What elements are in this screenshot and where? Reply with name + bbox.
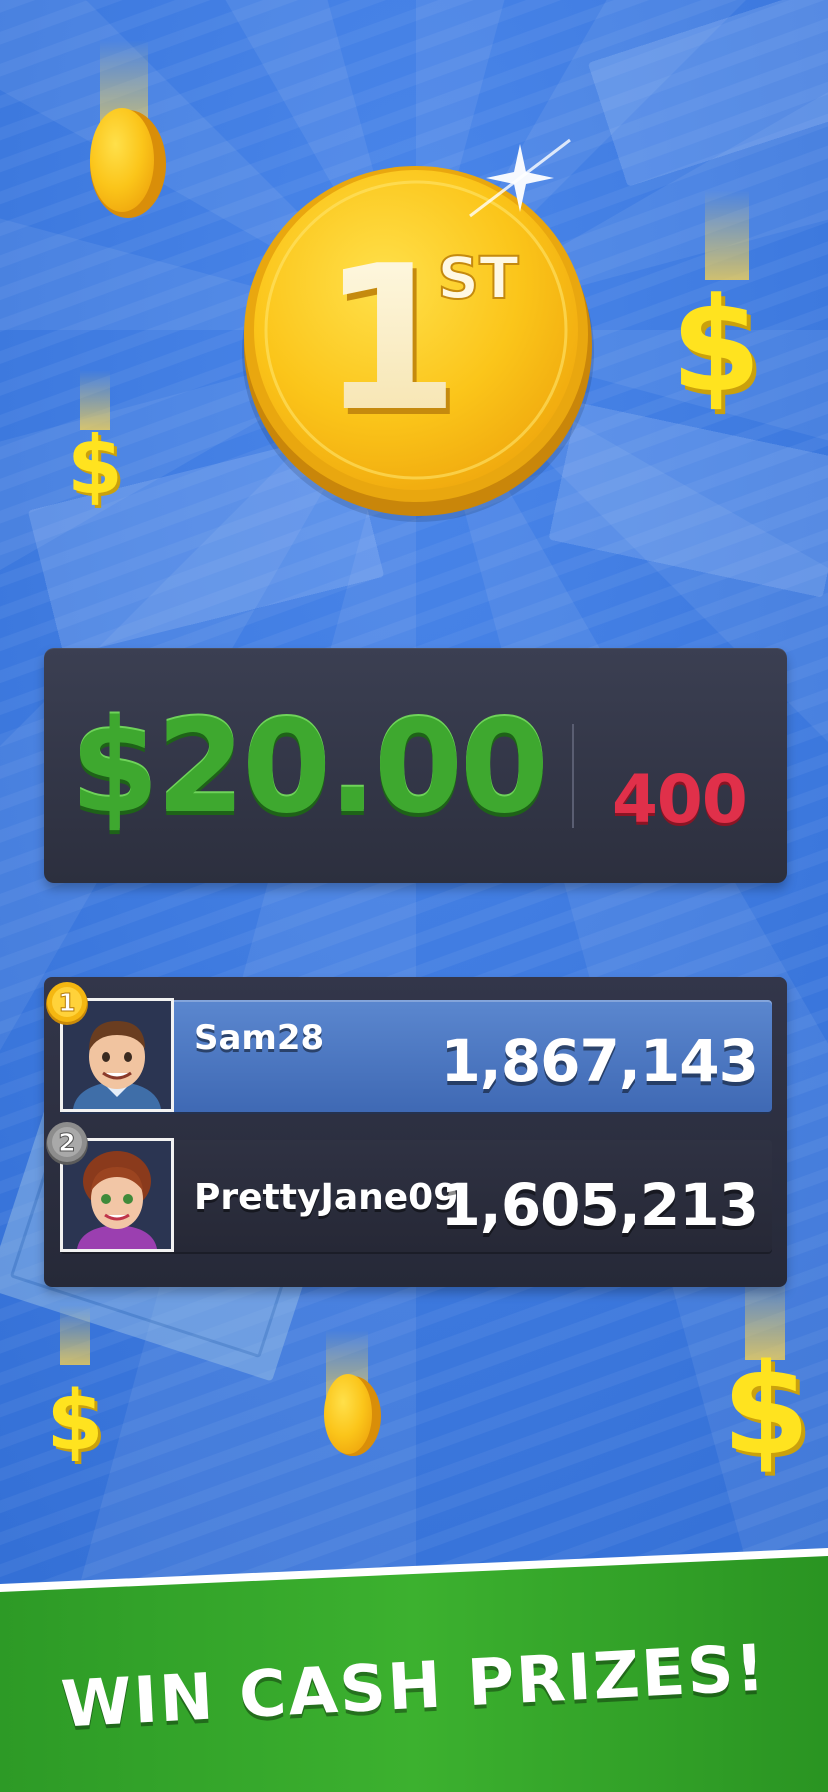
sunburst-background: $ $ $ $ $ $ $ $ 1 1 ST xyxy=(0,0,828,1792)
game-screen: $ $ $ $ $ $ $ $ 1 1 ST $20.00 400 1 Sam2… xyxy=(0,0,828,1792)
points-value: 400 xyxy=(612,761,748,838)
prize-divider xyxy=(572,724,574,828)
rank-suffix: ST xyxy=(437,244,519,312)
rank-badge-silver-icon: 2 xyxy=(46,1122,88,1165)
player-score: 1,867,143 xyxy=(440,1027,759,1095)
svg-text:$: $ xyxy=(722,1336,810,1483)
rank-badge-gold-icon: 1 xyxy=(46,982,88,1025)
svg-text:$: $ xyxy=(67,419,123,512)
player-name: Sam28 xyxy=(194,1018,325,1058)
svg-text:$: $ xyxy=(46,1374,103,1469)
player-name: PrettyJane09 xyxy=(194,1177,459,1218)
prize-panel: $20.00 400 xyxy=(44,648,787,883)
cash-prize-amount: $20.00 xyxy=(70,693,549,842)
leaderboard-row: 1 Sam28 1,867,143 xyxy=(46,982,772,1116)
rank-badge-number: 1 xyxy=(58,988,75,1017)
player-score: 1,605,213 xyxy=(440,1171,759,1239)
leaderboard: 1 Sam28 1,867,143 2 PrettyJane09 1,605,2… xyxy=(44,977,787,1287)
rank-badge-number: 2 xyxy=(58,1128,75,1157)
svg-text:$: $ xyxy=(671,269,761,421)
leaderboard-row: 2 PrettyJane09 1,605,213 xyxy=(46,1122,772,1256)
